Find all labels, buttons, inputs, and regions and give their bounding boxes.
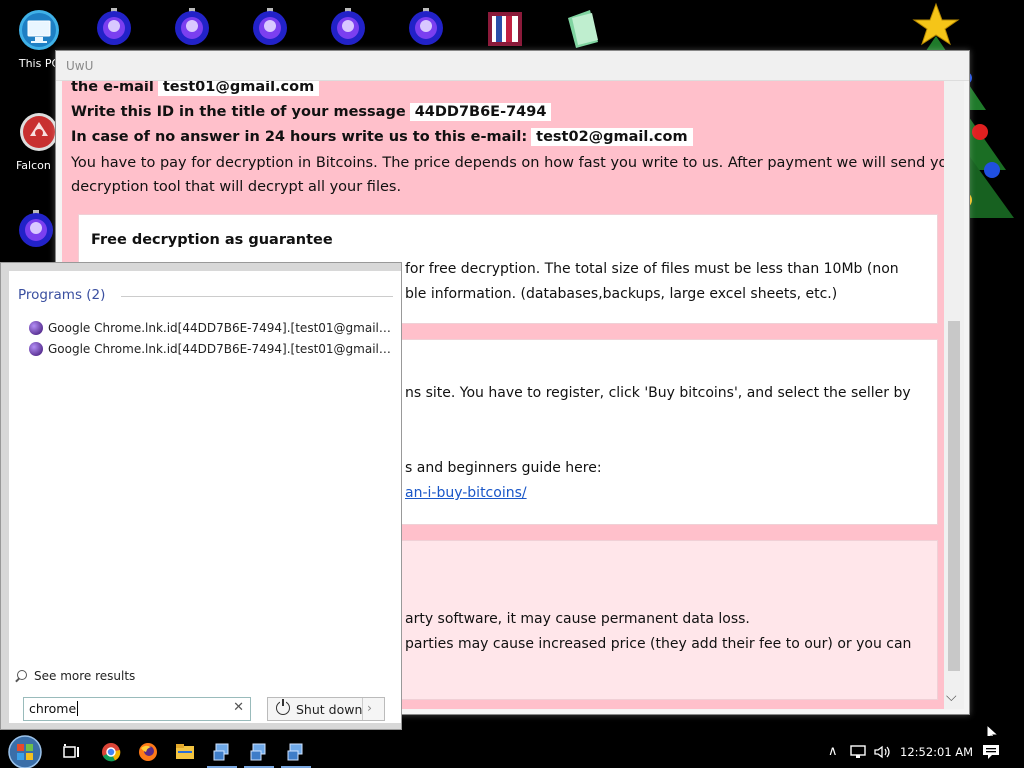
app-window-icon [213,743,229,761]
search-input-value: chrome [29,701,77,716]
window-titlebar[interactable]: UwU [56,51,969,81]
vertical-scrollbar[interactable]: ⌵ [944,81,964,709]
start-button[interactable] [6,734,44,768]
text-cursor [77,701,79,716]
bitcoin-line-2: s and beginners guide here: [405,460,602,476]
task-view-button[interactable] [55,740,89,764]
search-icon [17,670,27,680]
folder-icon [176,744,194,759]
payment-line-1: You have to pay for decryption in Bitcoi… [71,155,955,171]
show-hidden-icons-icon[interactable]: ∧ [828,744,838,759]
start-orb-icon [8,735,42,768]
attention-line-2: parties may cause increased price (they … [405,636,912,652]
program-result[interactable]: Google Chrome.lnk.id[44DD7B6E-7494].[tes… [29,342,391,356]
clear-search-icon[interactable]: ✕ [233,700,244,715]
ornament-icon[interactable] [250,6,290,46]
notepad-icon[interactable] [560,6,604,50]
id-label: Write this ID in the title of your messa… [71,104,406,120]
taskbar-clock[interactable]: 12:52:01 AM [900,745,973,759]
program-result[interactable]: Google Chrome.lnk.id[44DD7B6E-7494].[tes… [29,321,391,335]
start-menu-panel: Programs (2) Google Chrome.lnk.id[44DD7B… [9,271,401,723]
shut-down-separator [362,698,363,720]
programs-header: Programs (2) [18,287,106,303]
app-taskbar-button[interactable] [279,740,313,768]
programs-divider [121,296,393,297]
program-result-label: Google Chrome.lnk.id[44DD7B6E-7494].[tes… [48,342,391,356]
guarantee-title: Free decryption as guarantee [91,232,333,248]
app-taskbar-button[interactable] [205,740,239,768]
scrollbar-thumb[interactable] [948,321,960,671]
noanswer-value: test02@gmail.com [531,128,693,146]
start-menu: Programs (2) Google Chrome.lnk.id[44DD7B… [0,262,402,730]
bitcoin-line-1: ns site. You have to register, click 'Bu… [405,385,911,401]
ornament-icon[interactable] [406,6,446,46]
network-icon[interactable] [850,745,866,759]
ornament-icon[interactable] [172,6,212,46]
ornament-icon[interactable] [16,208,56,248]
see-more-results-link[interactable]: See more results [17,669,135,683]
firefox-taskbar-button[interactable] [131,740,165,764]
ornament-icon[interactable] [328,6,368,46]
desktop: This PC Falcon C UwU the e-mail test01@g… [0,0,1024,768]
shut-down-options-icon[interactable]: › [367,700,372,715]
app-window-icon [250,743,266,761]
firefox-icon [139,743,157,761]
app-window-icon [287,743,303,761]
shut-down-button[interactable]: Shut down › [267,697,385,721]
noanswer-label: In case of no answer in 24 hours write u… [71,129,528,145]
shut-down-label: Shut down [296,702,363,717]
start-search-input[interactable]: chrome ✕ [23,697,251,721]
chrome-icon [102,743,121,762]
chrome-taskbar-button[interactable] [94,740,128,764]
file-explorer-taskbar-button[interactable] [168,740,202,764]
email-line: the e-mail test01@gmail.com [71,81,320,96]
guarantee-line-1: for free decryption. The total size of f… [405,261,899,277]
ornament-icon[interactable] [94,6,134,46]
chrome-shortcut-icon [29,321,43,335]
app-taskbar-button[interactable] [242,740,276,768]
see-more-results-label: See more results [34,669,136,683]
window-title: UwU [66,59,94,73]
email-label: the e-mail [71,81,154,95]
payment-line-2: decryption tool that will decrypt all yo… [71,179,402,195]
power-icon [276,699,290,715]
action-center-icon[interactable] [982,744,1000,760]
falcon-icon [20,113,58,151]
winrar-icon[interactable] [484,8,526,50]
id-line: Write this ID in the title of your messa… [71,103,552,121]
guarantee-line-2: ble information. (databases,backups, lar… [405,286,838,302]
email-value: test01@gmail.com [157,81,320,96]
bitcoin-guide-link[interactable]: an-i-buy-bitcoins/ [405,485,527,501]
attention-line-1: arty software, it may cause permanent da… [405,611,750,627]
chrome-shortcut-icon [29,342,43,356]
task-view-icon [63,744,79,758]
volume-icon[interactable] [874,745,892,759]
this-pc-icon [19,10,59,50]
id-value: 44DD7B6E-7494 [409,103,552,121]
program-result-label: Google Chrome.lnk.id[44DD7B6E-7494].[tes… [48,321,391,335]
scroll-down-icon[interactable]: ⌵ [946,689,957,705]
noanswer-line: In case of no answer in 24 hours write u… [71,128,693,146]
taskbar: ∧ 12:52:01 AM [0,734,1024,768]
